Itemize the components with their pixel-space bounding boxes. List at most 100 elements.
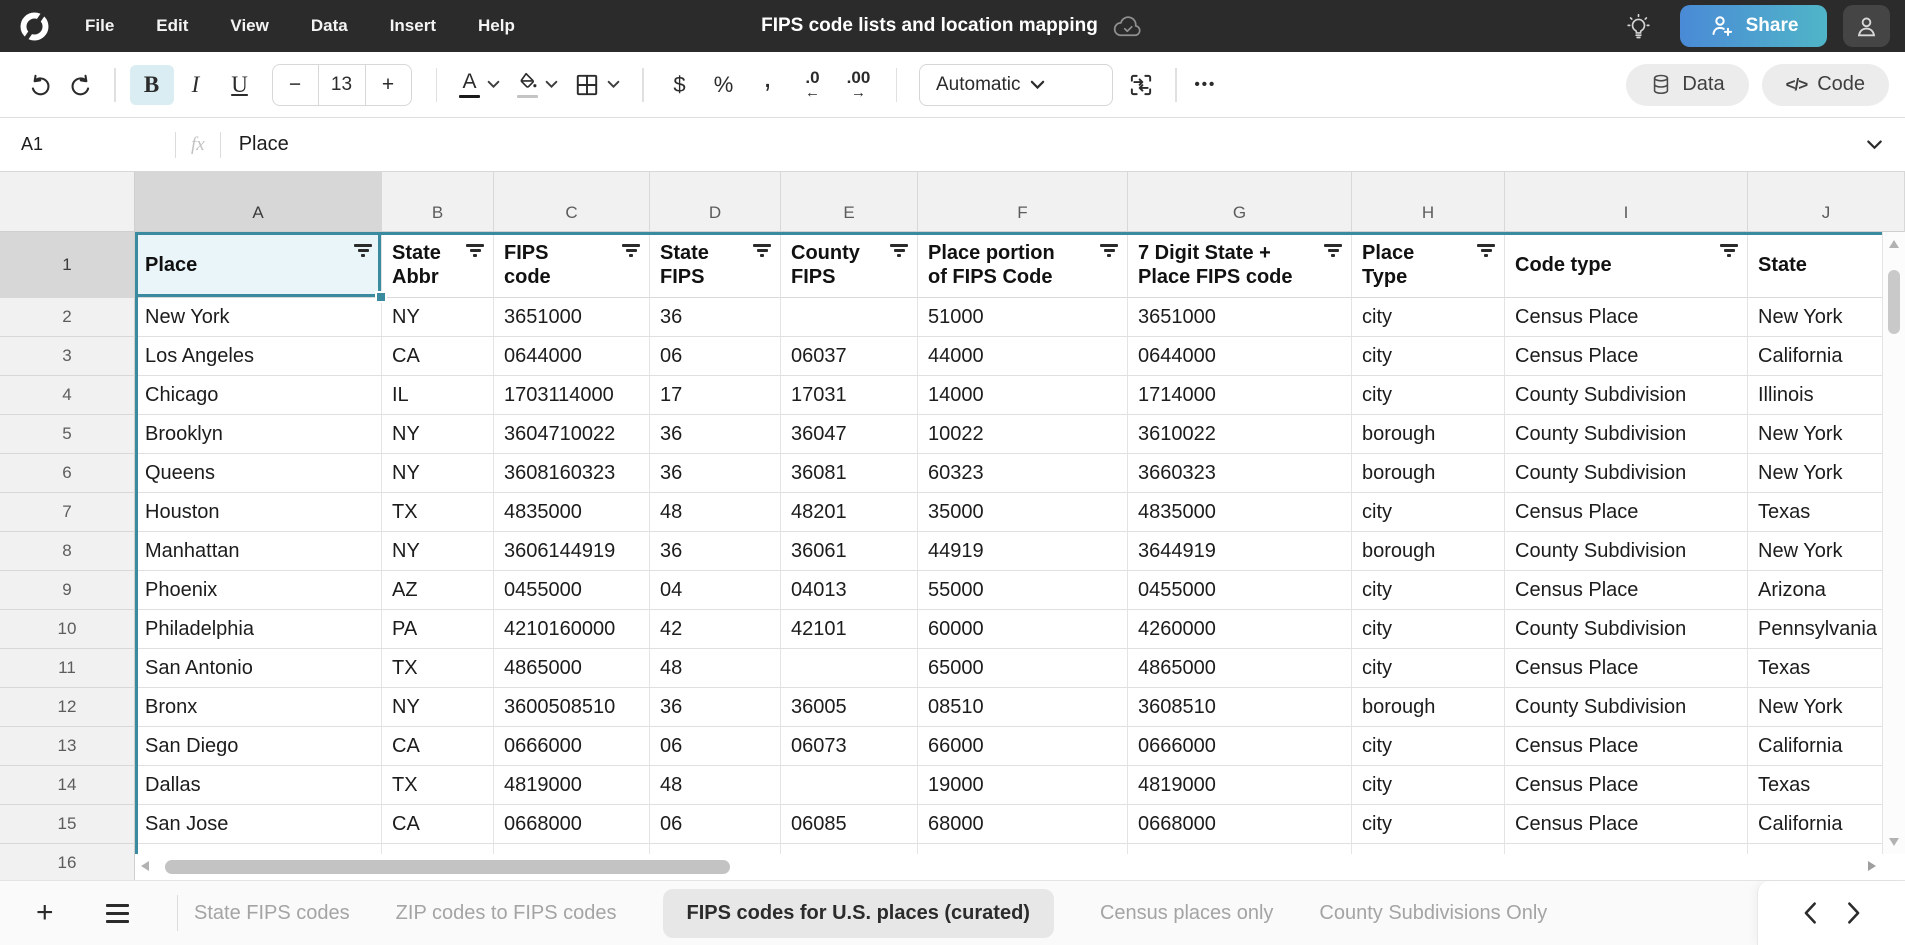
chevron-down-icon[interactable] (487, 80, 500, 89)
formula-bar-expand-chevron-icon[interactable] (1866, 139, 1883, 150)
cell-I6[interactable]: County Subdivision (1505, 454, 1748, 493)
rows-logo-icon[interactable] (17, 9, 51, 43)
header-cell-E1[interactable]: CountyFIPS (781, 232, 918, 298)
cell-B5[interactable]: NY (382, 415, 494, 454)
row-header-11[interactable]: 11 (0, 649, 135, 688)
cell-C10[interactable]: 4210160000 (494, 610, 650, 649)
cell-B2[interactable]: NY (382, 298, 494, 337)
filter-icon[interactable] (1324, 244, 1342, 257)
cell-G11[interactable]: 4865000 (1128, 649, 1352, 688)
cell-C3[interactable]: 0644000 (494, 337, 650, 376)
cell-A13[interactable]: San Diego (135, 727, 382, 766)
add-sheet-button[interactable]: + (36, 898, 54, 928)
cell-F11[interactable]: 65000 (918, 649, 1128, 688)
menu-insert[interactable]: Insert (390, 16, 436, 36)
cell-E8[interactable]: 36061 (781, 532, 918, 571)
filter-icon[interactable] (354, 244, 372, 257)
row-header-10[interactable]: 10 (0, 610, 135, 649)
cell-A9[interactable]: Phoenix (135, 571, 382, 610)
filter-icon[interactable] (1100, 244, 1118, 257)
menu-file[interactable]: File (85, 16, 114, 36)
row-header-2[interactable]: 2 (0, 298, 135, 337)
cell-G13[interactable]: 0666000 (1128, 727, 1352, 766)
cell-I9[interactable]: Census Place (1505, 571, 1748, 610)
row-header-5[interactable]: 5 (0, 415, 135, 454)
cell-H5[interactable]: borough (1352, 415, 1505, 454)
cell-B11[interactable]: TX (382, 649, 494, 688)
cell-H9[interactable]: city (1352, 571, 1505, 610)
cell-reference-box[interactable]: A1 (0, 134, 175, 155)
header-cell-I1[interactable]: Code type (1505, 232, 1748, 298)
cell-D15[interactable]: 06 (650, 805, 781, 844)
cell-D5[interactable]: 36 (650, 415, 781, 454)
cell-G7[interactable]: 4835000 (1128, 493, 1352, 532)
chevron-down-icon[interactable] (607, 80, 620, 89)
select-all-corner[interactable] (0, 172, 135, 232)
cell-G15[interactable]: 0668000 (1128, 805, 1352, 844)
cell-C14[interactable]: 4819000 (494, 766, 650, 805)
fill-handle[interactable] (375, 291, 387, 303)
redo-button[interactable] (60, 65, 100, 105)
chevron-down-icon[interactable] (545, 80, 558, 89)
column-header-J[interactable]: J (1748, 172, 1905, 232)
row-header-13[interactable]: 13 (0, 727, 135, 766)
cell-A14[interactable]: Dallas (135, 766, 382, 805)
cell-C8[interactable]: 3606144919 (494, 532, 650, 571)
cell-D11[interactable]: 48 (650, 649, 781, 688)
document-title[interactable]: FIPS code lists and location mapping (761, 15, 1098, 37)
cell-F5[interactable]: 10022 (918, 415, 1128, 454)
cell-F7[interactable]: 35000 (918, 493, 1128, 532)
cell-D8[interactable]: 36 (650, 532, 781, 571)
cell-A4[interactable]: Chicago (135, 376, 382, 415)
column-header-B[interactable]: B (382, 172, 494, 232)
cell-B12[interactable]: NY (382, 688, 494, 727)
cell-A8[interactable]: Manhattan (135, 532, 382, 571)
cell-B8[interactable]: NY (382, 532, 494, 571)
scroll-left-arrow-icon[interactable] (141, 861, 149, 871)
comma-format-button[interactable]: , (746, 65, 790, 105)
cell-I2[interactable]: Census Place (1505, 298, 1748, 337)
cell-G3[interactable]: 0644000 (1128, 337, 1352, 376)
header-cell-G1[interactable]: 7 Digit State +Place FIPS code (1128, 232, 1352, 298)
cell-E15[interactable]: 06085 (781, 805, 918, 844)
cell-A10[interactable]: Philadelphia (135, 610, 382, 649)
row-header-3[interactable]: 3 (0, 337, 135, 376)
code-panel-button[interactable]: </> Code (1762, 64, 1889, 106)
decrease-decimal-button[interactable]: .0 ← (790, 69, 836, 100)
cell-B3[interactable]: CA (382, 337, 494, 376)
row-header-1[interactable]: 1 (0, 232, 135, 298)
cell-F14[interactable]: 19000 (918, 766, 1128, 805)
cell-D13[interactable]: 06 (650, 727, 781, 766)
row-header-9[interactable]: 9 (0, 571, 135, 610)
horizontal-scrollbar[interactable] (135, 854, 1882, 880)
column-header-A[interactable]: A (135, 172, 382, 232)
cell-A12[interactable]: Bronx (135, 688, 382, 727)
cell-E2[interactable] (781, 298, 918, 337)
cell-E11[interactable] (781, 649, 918, 688)
cell-B13[interactable]: CA (382, 727, 494, 766)
cell-I5[interactable]: County Subdivision (1505, 415, 1748, 454)
cell-A15[interactable]: San Jose (135, 805, 382, 844)
cell-B6[interactable]: NY (382, 454, 494, 493)
menu-help[interactable]: Help (478, 16, 515, 36)
cell-I15[interactable]: Census Place (1505, 805, 1748, 844)
cell-E9[interactable]: 04013 (781, 571, 918, 610)
cell-G2[interactable]: 3651000 (1128, 298, 1352, 337)
font-size-increase-button[interactable]: + (366, 65, 411, 105)
vertical-scrollbar-thumb[interactable] (1888, 270, 1900, 334)
cell-I12[interactable]: County Subdivision (1505, 688, 1748, 727)
cell-G10[interactable]: 4260000 (1128, 610, 1352, 649)
cell-A2[interactable]: New York (135, 298, 382, 337)
sheet-tab-3[interactable]: FIPS codes for U.S. places (curated) (663, 889, 1054, 938)
data-panel-button[interactable]: Data (1626, 64, 1748, 106)
cell-H4[interactable]: city (1352, 376, 1505, 415)
cell-G4[interactable]: 1714000 (1128, 376, 1352, 415)
filter-icon[interactable] (466, 244, 484, 257)
cell-D2[interactable]: 36 (650, 298, 781, 337)
cell-I13[interactable]: Census Place (1505, 727, 1748, 766)
cell-I11[interactable]: Census Place (1505, 649, 1748, 688)
cell-A5[interactable]: Brooklyn (135, 415, 382, 454)
cell-H11[interactable]: city (1352, 649, 1505, 688)
filter-icon[interactable] (622, 244, 640, 257)
more-options-button[interactable]: ••• (1191, 76, 1221, 93)
